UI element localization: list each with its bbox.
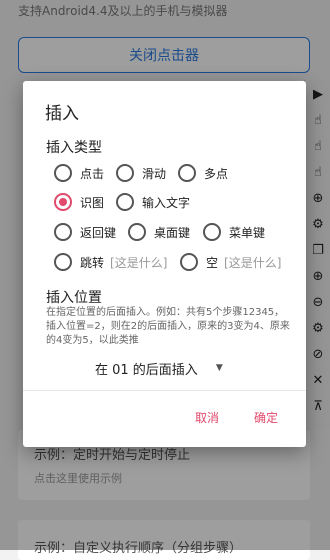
radio-label: 滑动 [142,166,167,181]
cancel-button[interactable]: 取消 [195,409,219,426]
insert-position-description: 在指定位置的后面插入。例如：共有5个步骤12345，插入位置=2，则在2的后面插… [46,307,290,346]
radio-label: 返回键 [80,225,117,240]
radio-label: 跳转 [80,255,105,270]
radio-circle [178,164,196,182]
radio-circle [54,253,72,271]
radio-label: 识图 [80,195,105,210]
radio-input-text[interactable]: 输入文字 [116,192,190,212]
radio-menu[interactable]: 菜单键 [203,222,265,242]
radio-circle [54,164,72,182]
insert-dialog: 插入 插入类型 点击 滑动 多点 识图 输入文字 返回键 桌面键 菜单键 跳转 … [23,81,306,447]
radio-label: 输入文字 [142,195,191,210]
radio-circle [180,253,198,271]
insert-position-select[interactable]: 在 01 的后面插入 ▼ [95,357,245,379]
confirm-button[interactable]: 确定 [254,409,278,426]
radio-recognize[interactable]: 识图 [54,192,104,212]
radio-click[interactable]: 点击 [54,163,104,183]
radio-label: 多点 [204,166,229,181]
empty-help-link[interactable]: [这是什么] [224,254,281,271]
radio-label: 空 [206,255,219,270]
radio-home[interactable]: 桌面键 [128,222,190,242]
insert-position-heading: 插入位置 [46,290,102,306]
radio-label: 菜单键 [229,225,266,240]
radio-label: 桌面键 [154,225,191,240]
radio-circle [116,164,134,182]
radio-circle [203,223,221,241]
insert-type-heading: 插入类型 [46,140,102,156]
radio-back[interactable]: 返回键 [54,222,116,242]
dialog-divider [23,390,306,391]
radio-swipe[interactable]: 滑动 [116,163,166,183]
dropdown-arrow-icon: ▼ [215,363,223,373]
radio-circle [54,223,72,241]
radio-jump[interactable]: 跳转 [这是什么] [54,252,167,272]
radio-circle [116,193,134,211]
radio-multi[interactable]: 多点 [178,163,228,183]
dialog-title: 插入 [45,104,79,124]
radio-circle-selected [54,193,72,211]
jump-help-link[interactable]: [这是什么] [110,254,167,271]
radio-label: 点击 [80,166,105,181]
radio-circle [128,223,146,241]
radio-empty[interactable]: 空 [这是什么] [180,252,281,272]
select-value: 在 01 的后面插入 [95,362,198,378]
